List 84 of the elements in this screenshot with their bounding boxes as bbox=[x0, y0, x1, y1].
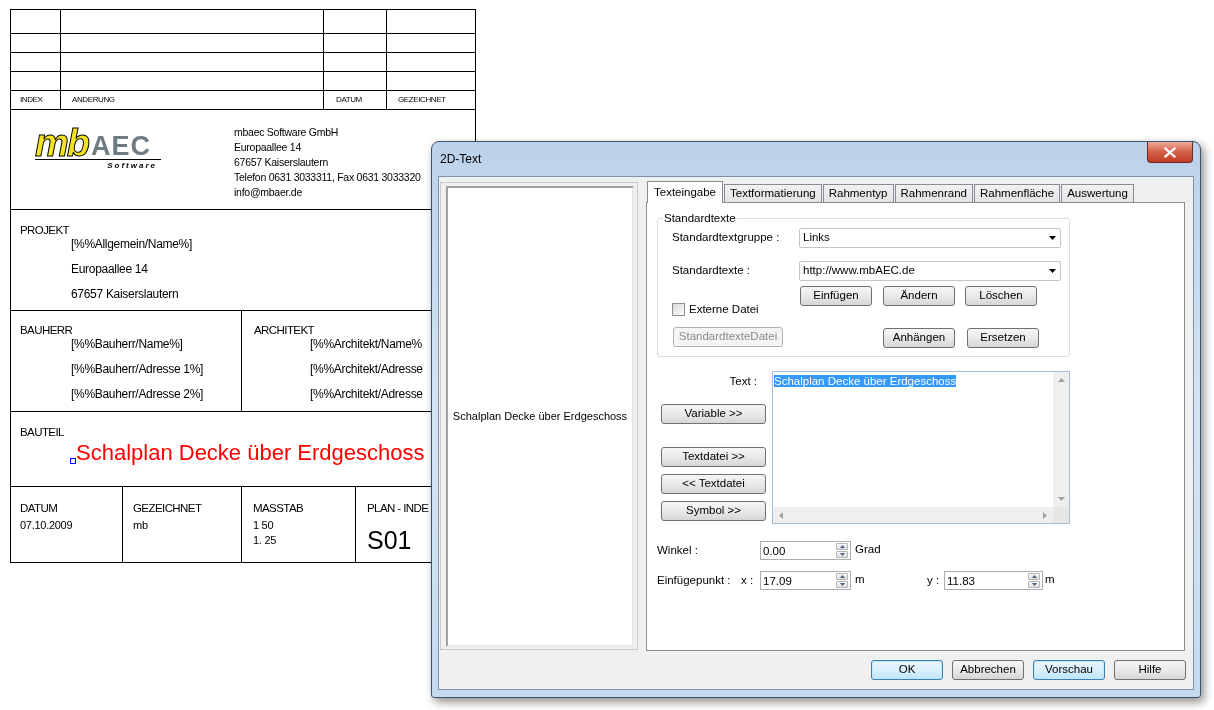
logo-mark: mb bbox=[35, 128, 90, 158]
field-value: [%%Architekt/Name% bbox=[310, 337, 422, 351]
column-header: GEZEICHNET bbox=[398, 96, 446, 104]
section-label: BAUTEIL bbox=[20, 426, 64, 438]
field-value: [%%Architekt/Adresse bbox=[310, 387, 423, 401]
section-label: ARCHITEKT bbox=[254, 324, 314, 336]
field-value: 07.10.2009 bbox=[20, 518, 73, 533]
unit-label: m bbox=[855, 573, 865, 585]
preview-text: Schalplan Decke über Erdgeschoss bbox=[452, 409, 628, 425]
section-label: GEZEICHNET bbox=[133, 502, 202, 514]
section-label: PROJEKT bbox=[20, 224, 69, 236]
company-info: info@mbaer.de bbox=[234, 185, 302, 200]
field-value: [%%Bauherr/Name%] bbox=[71, 337, 183, 351]
field-label: Standardtexte : bbox=[672, 263, 751, 278]
horizontal-scrollbar[interactable] bbox=[773, 507, 1053, 523]
field-value: S01 bbox=[367, 526, 412, 554]
cancel-button[interactable]: Abbrechen bbox=[952, 660, 1024, 680]
unit-label: Grad bbox=[855, 542, 881, 557]
field-label: Winkel : bbox=[657, 543, 699, 558]
field-value: mb bbox=[133, 518, 148, 533]
insertion-point-icon bbox=[70, 458, 76, 464]
checkbox-label: Externe Datei bbox=[689, 303, 759, 316]
preview-button[interactable]: Vorschau bbox=[1033, 660, 1105, 680]
scrollbar-corner bbox=[1053, 507, 1069, 523]
close-button[interactable] bbox=[1147, 142, 1193, 163]
field-value: 1 50 bbox=[253, 518, 274, 533]
text-group-dropdown[interactable]: Links bbox=[799, 228, 1061, 248]
checkbox[interactable] bbox=[672, 303, 685, 316]
component-title: Schalplan Decke über Erdgeschoss bbox=[76, 440, 425, 466]
tab[interactable]: Auswertung bbox=[1061, 184, 1134, 202]
logo-wordmark: AEC bbox=[91, 135, 151, 157]
field-value: [%%Architekt/Adresse bbox=[310, 362, 423, 376]
tab[interactable]: Rahmenrand bbox=[894, 184, 973, 202]
close-icon bbox=[1164, 146, 1176, 158]
unit-label: m bbox=[1045, 572, 1055, 587]
field-label: Text : bbox=[729, 374, 757, 388]
replace-button[interactable]: Ersetzen bbox=[967, 328, 1039, 348]
delete-button[interactable]: Löschen bbox=[965, 286, 1037, 306]
tab[interactable]: Rahmenfläche bbox=[974, 184, 1061, 202]
help-button[interactable]: Hilfe bbox=[1114, 660, 1186, 680]
company-info: Europaallee 14 bbox=[234, 140, 301, 155]
field-value: 67657 Kaiserslautern bbox=[71, 287, 179, 301]
standard-text-dropdown[interactable]: http://www.mbAEC.de bbox=[799, 261, 1061, 281]
company-info: mbaec Software GmbH bbox=[234, 125, 339, 140]
window-title: 2D-Text bbox=[440, 152, 482, 166]
caret-icon bbox=[1049, 236, 1056, 240]
ok-button[interactable]: OK bbox=[871, 660, 943, 680]
company-info: Telefon 0631 3033311, Fax 0631 3033320 bbox=[234, 170, 421, 185]
tab[interactable]: Texteingabe bbox=[647, 181, 724, 203]
left-arrow-icon bbox=[779, 511, 783, 519]
caret-icon bbox=[1049, 269, 1056, 273]
field-label: Einfügepunkt : bbox=[657, 573, 732, 588]
field-value: Europaallee 14 bbox=[71, 262, 148, 276]
section-label: MASSTAB bbox=[253, 502, 304, 514]
logo-tagline: Software bbox=[107, 161, 157, 170]
field-value: 1. 25 bbox=[253, 533, 277, 548]
column-header: DATUM bbox=[336, 96, 362, 104]
text-file-import-button[interactable]: Textdatei >> bbox=[661, 447, 766, 467]
field-label: y : bbox=[927, 573, 941, 588]
down-arrow-icon bbox=[1057, 497, 1065, 501]
tab[interactable]: Rahmentyp bbox=[822, 184, 894, 202]
append-button[interactable]: Anhängen bbox=[883, 328, 955, 348]
field-value: [%%Allgemein/Name%] bbox=[71, 237, 192, 251]
text-file-export-button[interactable]: << Textdatei bbox=[661, 474, 766, 494]
column-header: ANDERUNG bbox=[72, 96, 115, 104]
vertical-scrollbar[interactable] bbox=[1053, 372, 1069, 507]
group-legend: Standardtexte bbox=[663, 212, 737, 225]
column-header: INDEX bbox=[20, 96, 43, 104]
field-value: [%%Bauherr/Adresse 1%] bbox=[71, 362, 204, 376]
section-label: BAUHERR bbox=[20, 324, 73, 336]
up-arrow-icon bbox=[1057, 378, 1065, 382]
variable-button[interactable]: Variable >> bbox=[661, 404, 766, 424]
section-label: PLAN - INDE bbox=[367, 502, 429, 514]
section-label: DATUM bbox=[20, 502, 58, 514]
company-info: 67657 Kaiserslautern bbox=[234, 155, 328, 170]
change-button[interactable]: Ändern bbox=[883, 286, 955, 306]
symbol-button[interactable]: Symbol >> bbox=[661, 501, 766, 521]
field-label: Standardtextgruppe : bbox=[672, 230, 781, 246]
right-arrow-icon bbox=[1043, 511, 1047, 519]
tab[interactable]: Textformatierung bbox=[724, 184, 822, 202]
field-value: [%%Bauherr/Adresse 2%] bbox=[71, 387, 204, 401]
text-content: Schalplan Decke über Erdgeschoss bbox=[774, 375, 957, 387]
insert-button[interactable]: Einfügen bbox=[800, 286, 872, 306]
field-label: x : bbox=[741, 573, 755, 588]
